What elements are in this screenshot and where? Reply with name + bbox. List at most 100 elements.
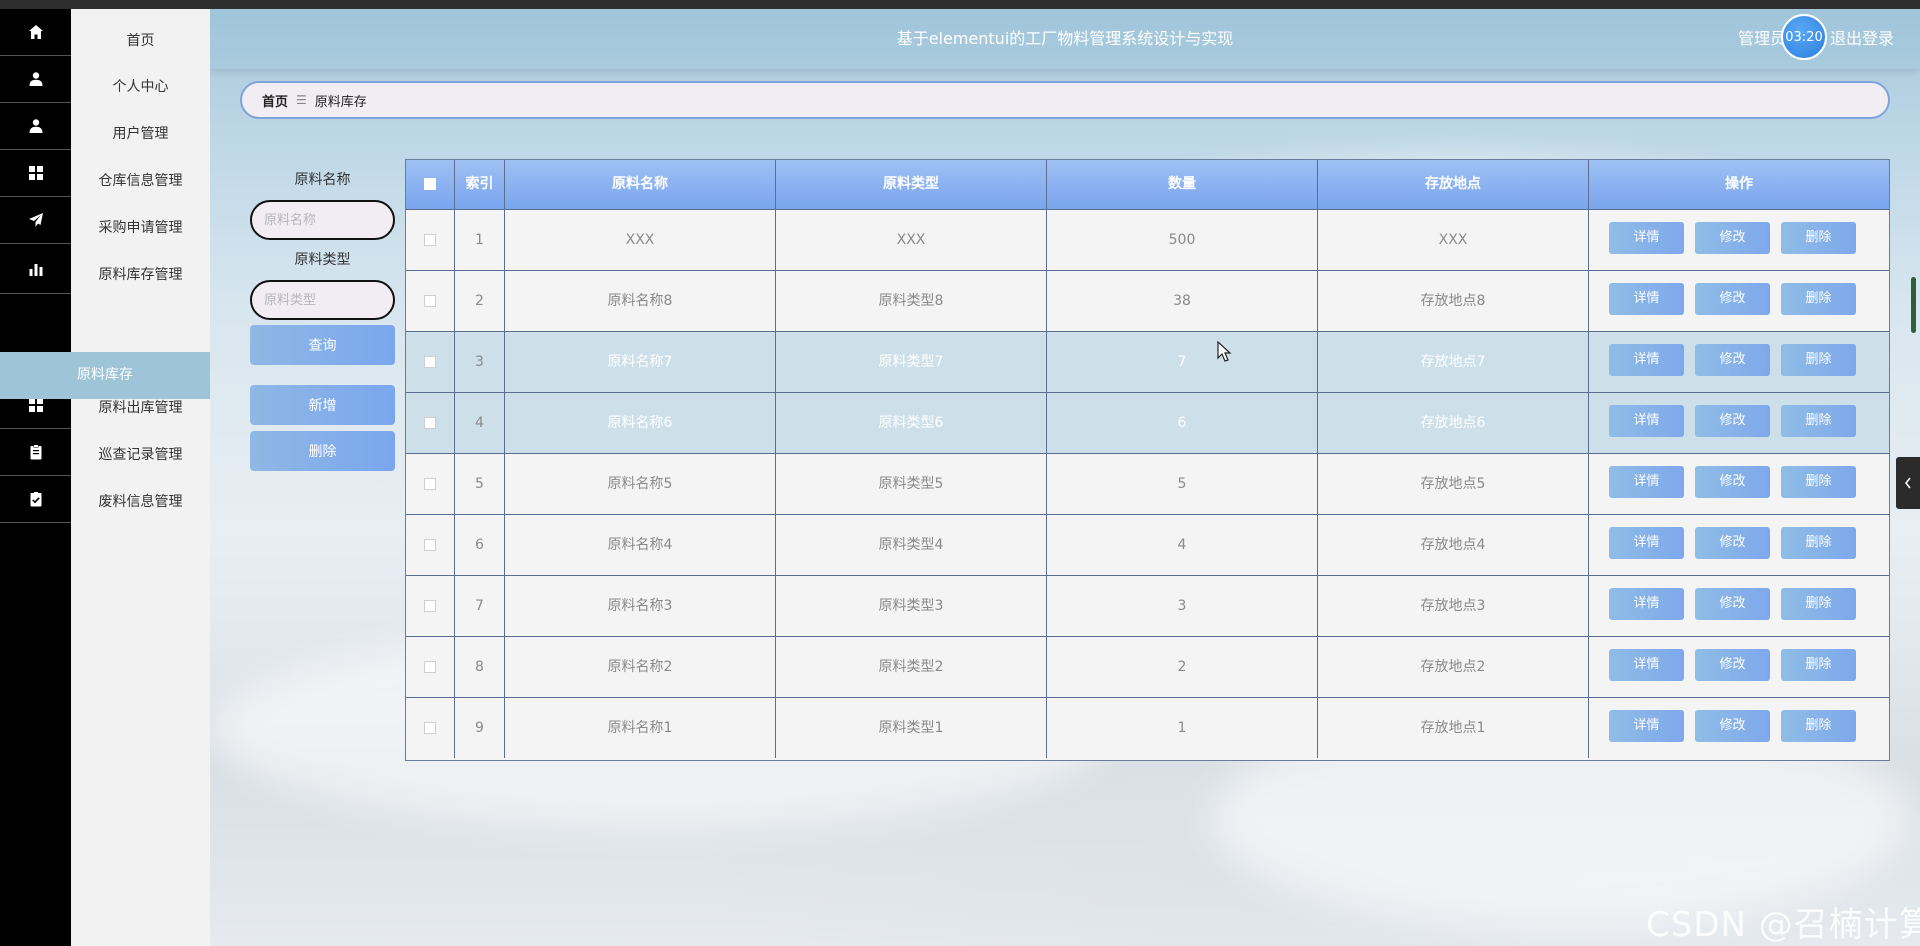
type-search-input[interactable] bbox=[250, 280, 395, 320]
cell-actions: 详情 修改 删除 bbox=[1589, 515, 1889, 575]
add-button[interactable]: 新增 bbox=[250, 385, 395, 425]
column-header[interactable]: 原料名称 bbox=[505, 160, 776, 209]
detail-button[interactable]: 详情 bbox=[1609, 588, 1684, 620]
column-header[interactable]: 数量 bbox=[1047, 160, 1318, 209]
cell-checkbox bbox=[406, 271, 455, 331]
edit-button[interactable]: 修改 bbox=[1695, 649, 1770, 681]
sidebar-item[interactable]: 仓库信息管理 bbox=[71, 161, 210, 201]
sidebar-item[interactable]: 首页 bbox=[71, 21, 210, 61]
delete-button[interactable]: 删除 bbox=[1781, 649, 1856, 681]
row-checkbox[interactable] bbox=[424, 722, 436, 734]
cell-quantity: 3 bbox=[1047, 576, 1318, 636]
table-row[interactable]: 9 原料名称1 原料类型1 1 存放地点1 详情 修改 删除 bbox=[406, 697, 1889, 758]
table-row[interactable]: 3 原料名称7 原料类型7 7 存放地点7 详情 修改 删除 bbox=[406, 331, 1889, 392]
rail-item-3[interactable] bbox=[0, 103, 71, 150]
detail-button[interactable]: 详情 bbox=[1609, 466, 1684, 498]
cell-checkbox bbox=[406, 515, 455, 575]
select-all-checkbox[interactable] bbox=[424, 178, 436, 190]
rail-item-6[interactable] bbox=[0, 244, 71, 294]
row-checkbox[interactable] bbox=[424, 661, 436, 673]
edit-button[interactable]: 修改 bbox=[1695, 283, 1770, 315]
table-row[interactable]: 1 XXX XXX 500 XXX 详情 修改 删除 bbox=[406, 209, 1889, 270]
edit-button[interactable]: 修改 bbox=[1695, 710, 1770, 742]
detail-button[interactable]: 详情 bbox=[1609, 405, 1684, 437]
delete-button[interactable]: 删除 bbox=[1781, 588, 1856, 620]
row-checkbox[interactable] bbox=[424, 478, 436, 490]
rail-item-10[interactable] bbox=[0, 476, 71, 523]
table-row[interactable]: 6 原料名称4 原料类型4 4 存放地点4 详情 修改 删除 bbox=[406, 514, 1889, 575]
delete-button[interactable]: 删除 bbox=[1781, 283, 1856, 315]
cell-location: 存放地点5 bbox=[1318, 454, 1589, 514]
table-row[interactable]: 8 原料名称2 原料类型2 2 存放地点2 详情 修改 删除 bbox=[406, 636, 1889, 697]
collapse-panel-button[interactable] bbox=[1896, 457, 1920, 509]
edit-button[interactable]: 修改 bbox=[1695, 344, 1770, 376]
row-checkbox[interactable] bbox=[424, 295, 436, 307]
scrollbar-thumb[interactable] bbox=[1911, 277, 1916, 333]
delete-button[interactable]: 删除 bbox=[1781, 466, 1856, 498]
column-header[interactable]: 索引 bbox=[455, 160, 505, 209]
table-header-row: 索引 原料名称 原料类型 数量 存放地点 操作 bbox=[406, 160, 1889, 209]
row-checkbox[interactable] bbox=[424, 600, 436, 612]
cell-name: 原料名称5 bbox=[505, 454, 776, 514]
delete-button[interactable]: 删除 bbox=[1781, 344, 1856, 376]
sidebar-item[interactable]: 用户管理 bbox=[71, 114, 210, 154]
table-row[interactable]: 7 原料名称3 原料类型3 3 存放地点3 详情 修改 删除 bbox=[406, 575, 1889, 636]
row-checkbox[interactable] bbox=[424, 234, 436, 246]
column-header[interactable]: 原料类型 bbox=[776, 160, 1047, 209]
edit-button[interactable]: 修改 bbox=[1695, 527, 1770, 559]
row-checkbox[interactable] bbox=[424, 417, 436, 429]
sidebar-item[interactable]: 原料库存管理 bbox=[71, 255, 210, 295]
cell-checkbox bbox=[406, 637, 455, 697]
cell-actions: 详情 修改 删除 bbox=[1589, 210, 1889, 270]
delete-button[interactable]: 删除 bbox=[1781, 222, 1856, 254]
row-checkbox[interactable] bbox=[424, 539, 436, 551]
edit-button[interactable]: 修改 bbox=[1695, 222, 1770, 254]
detail-button[interactable]: 详情 bbox=[1609, 222, 1684, 254]
timer-badge: 03:20 bbox=[1781, 14, 1827, 60]
logout-link[interactable]: 退出登录 bbox=[1830, 9, 1894, 69]
edit-button[interactable]: 修改 bbox=[1695, 405, 1770, 437]
breadcrumb-home[interactable]: 首页 bbox=[262, 91, 288, 110]
cell-name: 原料名称3 bbox=[505, 576, 776, 636]
sidebar-item[interactable]: 个人中心 bbox=[71, 67, 210, 107]
rail-item-1[interactable] bbox=[0, 9, 71, 56]
edit-button[interactable]: 修改 bbox=[1695, 466, 1770, 498]
cell-type: 原料类型4 bbox=[776, 515, 1047, 575]
cell-index: 2 bbox=[455, 271, 505, 331]
rail-item-9[interactable] bbox=[0, 429, 71, 476]
cell-type: 原料类型8 bbox=[776, 271, 1047, 331]
detail-button[interactable]: 详情 bbox=[1609, 527, 1684, 559]
sidebar-item[interactable]: 采购申请管理 bbox=[71, 208, 210, 248]
rail-item-2[interactable] bbox=[0, 56, 71, 103]
delete-button[interactable]: 删除 bbox=[1781, 527, 1856, 559]
table-row[interactable]: 5 原料名称5 原料类型5 5 存放地点5 详情 修改 删除 bbox=[406, 453, 1889, 514]
table-row[interactable]: 2 原料名称8 原料类型8 38 存放地点8 详情 修改 删除 bbox=[406, 270, 1889, 331]
sidebar-item[interactable]: 废料信息管理 bbox=[71, 482, 210, 522]
rail-item-5[interactable] bbox=[0, 197, 71, 244]
detail-button[interactable]: 详情 bbox=[1609, 283, 1684, 315]
row-checkbox[interactable] bbox=[424, 356, 436, 368]
edit-button[interactable]: 修改 bbox=[1695, 588, 1770, 620]
cell-checkbox bbox=[406, 393, 455, 453]
name-search-input[interactable] bbox=[250, 200, 395, 240]
delete-button[interactable]: 删除 bbox=[1781, 710, 1856, 742]
column-header[interactable]: 存放地点 bbox=[1318, 160, 1589, 209]
rail-item-4[interactable] bbox=[0, 150, 71, 197]
cell-name: 原料名称1 bbox=[505, 698, 776, 758]
table-row[interactable]: 4 原料名称6 原料类型6 6 存放地点6 详情 修改 删除 bbox=[406, 392, 1889, 453]
cell-actions: 详情 修改 删除 bbox=[1589, 576, 1889, 636]
cell-location: XXX bbox=[1318, 210, 1589, 270]
sidebar-item[interactable]: 巡查记录管理 bbox=[71, 435, 210, 475]
column-header[interactable]: 操作 bbox=[1589, 160, 1889, 209]
detail-button[interactable]: 详情 bbox=[1609, 649, 1684, 681]
batch-delete-button[interactable]: 删除 bbox=[250, 431, 395, 471]
top-header: 基于elementui的工厂物料管理系统设计与实现 管理员 退出登录 03:20 bbox=[210, 9, 1920, 69]
chevron-left-icon bbox=[1904, 477, 1911, 489]
delete-button[interactable]: 删除 bbox=[1781, 405, 1856, 437]
query-button[interactable]: 查询 bbox=[250, 325, 395, 365]
sidebar-subitem-raw-material-stock[interactable]: 原料库存 bbox=[0, 352, 210, 399]
detail-button[interactable]: 详情 bbox=[1609, 344, 1684, 376]
cell-type: 原料类型1 bbox=[776, 698, 1047, 758]
cell-actions: 详情 修改 删除 bbox=[1589, 637, 1889, 697]
detail-button[interactable]: 详情 bbox=[1609, 710, 1684, 742]
